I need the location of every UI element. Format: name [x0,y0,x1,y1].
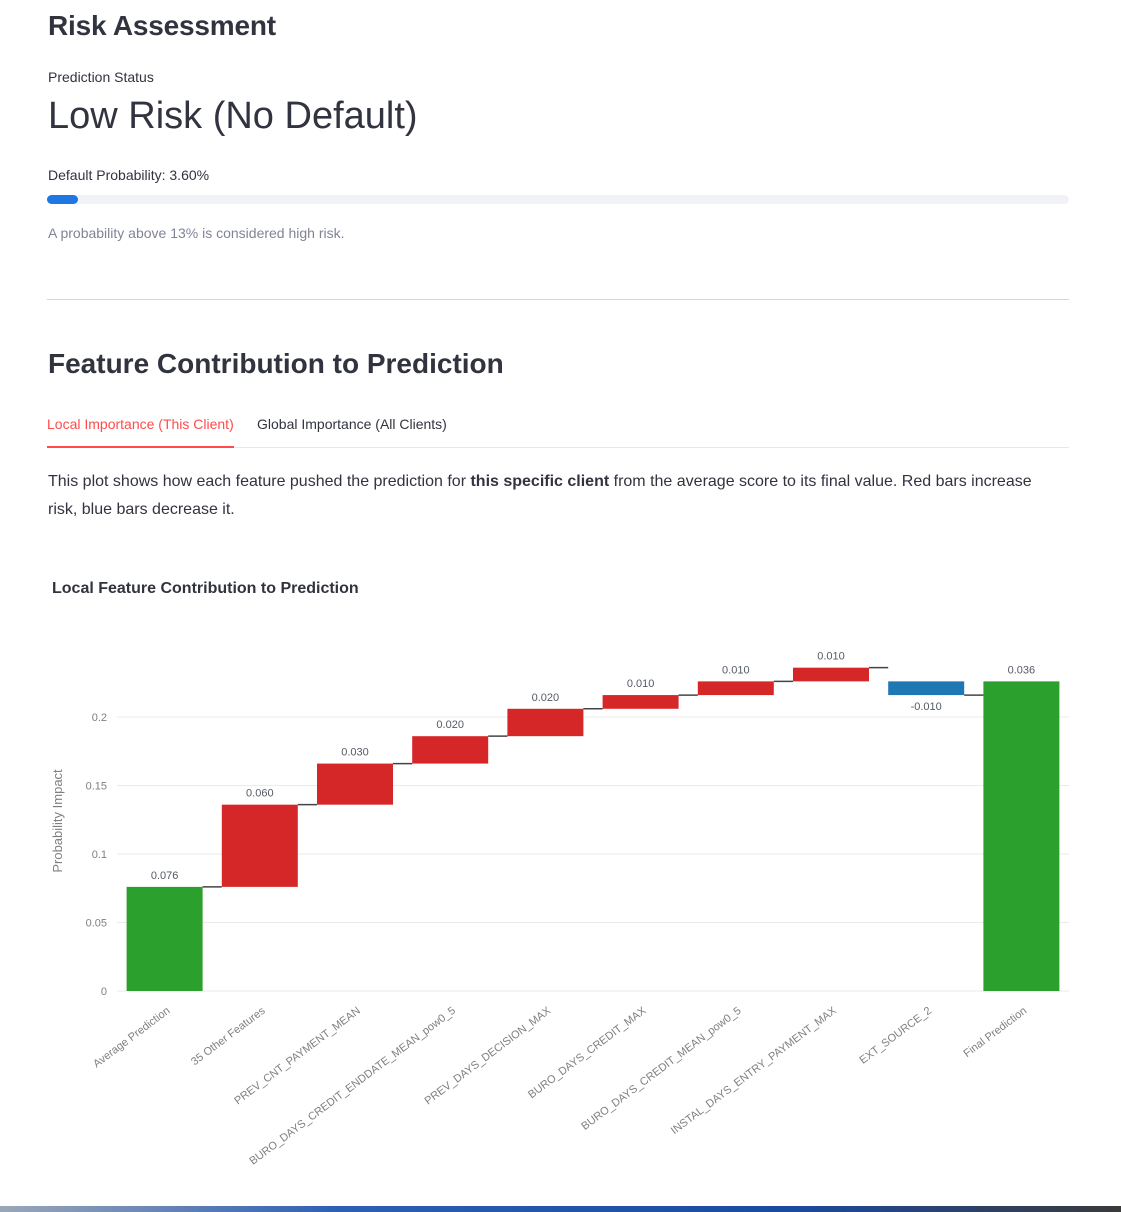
waterfall-chart: 0 0.05 0.1 0.15 0.2 Probability Impact 0.076 0.… [50,651,1069,1168]
y-tick-label: 0.15 [86,781,107,793]
page-title: Risk Assessment [48,10,276,41]
y-tick-label: 0 [101,986,107,998]
bar-decrease [888,681,965,696]
tab-local-importance[interactable]: Local Importance (This Client) [47,416,234,448]
bar-total [126,886,203,991]
bar-value-label: 0.076 [151,870,179,882]
y-tick-label: 0.05 [86,918,107,930]
bar-increase [412,736,489,764]
x-tick-label: EXT_SOURCE_2 [857,1005,934,1067]
chart-title: Local Feature Contribution to Prediction [52,580,359,597]
description-emphasis: this specific client [470,473,610,490]
bar-increase [602,695,679,709]
risk-threshold-caption: A probability above 13% is considered hi… [48,225,345,241]
prediction-status-label: Prediction Status [48,69,154,85]
bar-increase [507,708,584,737]
bar-value-label: 0.036 [1008,664,1036,676]
tab-global-importance[interactable]: Global Importance (All Clients) [257,416,447,448]
bar-increase [793,667,869,682]
bar-value-label: 0.010 [627,678,655,690]
description-text: This plot shows how each feature pushed … [48,473,471,490]
bar-total [983,681,1060,991]
x-tick-label: Final Prediction [961,1005,1029,1060]
probability-progress-fill [47,195,79,204]
bar-increase [697,681,774,696]
chart-description: This plot shows how each feature pushed … [48,468,1058,524]
importance-tabs: Local Importance (This Client) Global Im… [47,410,1069,448]
default-probability-label: Default Probability: 3.60% [48,167,210,183]
bar-value-label: 0.010 [817,651,845,663]
bar-value-label: 0.020 [436,719,464,731]
bar-value-label: 0.060 [246,788,274,800]
y-tick-label: 0.1 [92,849,107,861]
bar-increase [221,804,298,887]
section-title: Feature Contribution to Prediction [48,348,504,379]
taskbar-strip [0,1206,1121,1212]
probability-progress-bar [47,195,1069,204]
x-tick-label: BURO_DAYS_CREDIT_ENDDATE_MEAN_pow0_5 [248,1005,458,1168]
bar-value-label: 0.010 [722,664,750,676]
bar-value-label: 0.020 [532,692,560,704]
prediction-status-value: Low Risk (No Default) [48,95,418,137]
y-axis-title: Probability Impact [50,769,65,873]
bar-increase [317,763,393,805]
x-tick-label: INSTAL_DAYS_ENTRY_PAYMENT_MAX [669,1004,839,1137]
x-tick-label: 35 Other Features [189,1005,268,1069]
bar-value-label: -0.010 [911,701,942,713]
section-divider [47,299,1069,300]
bar-value-label: 0.030 [341,747,369,759]
x-tick-label: Average Prediction [91,1005,172,1070]
y-tick-label: 0.2 [92,712,107,724]
x-tick-label: BURO_DAYS_CREDIT_MEAN_pow0_5 [579,1005,743,1133]
